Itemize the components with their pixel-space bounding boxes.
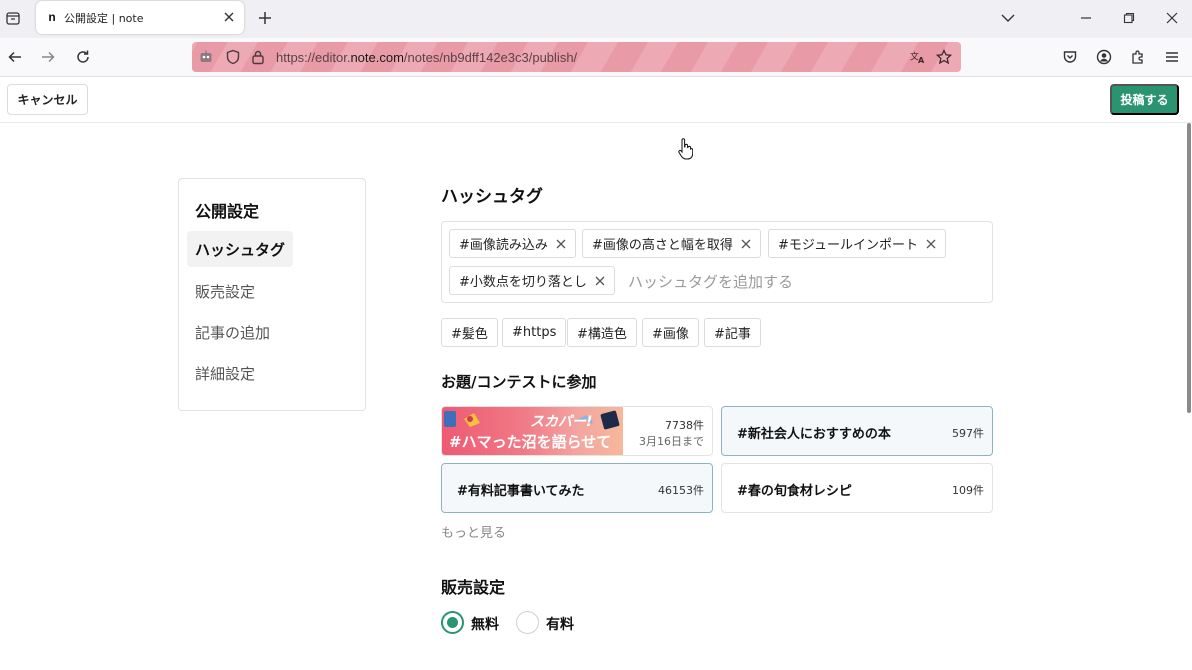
restore-icon[interactable] — [1118, 8, 1140, 28]
remove-tag-icon[interactable] — [926, 239, 936, 249]
paid-radio-label[interactable]: 有料 — [546, 614, 574, 634]
url-host: note.com — [350, 50, 404, 65]
url-path: /notes/nb9dff142e3c3/publish/ — [403, 50, 578, 65]
browser-tab-bar: n 公開設定 | note — [0, 0, 1192, 38]
hashtag-chip-label: #画像の高さと幅を取得 — [592, 238, 733, 253]
cancel-button[interactable]: キャンセル — [7, 84, 88, 115]
contest-card[interactable]: #新社会人におすすめの本 597件 — [721, 406, 993, 456]
note-favicon-icon: n — [48, 10, 56, 24]
url-prefix: https://editor. — [276, 50, 351, 65]
close-tab-icon[interactable] — [222, 10, 236, 24]
hashtag-add-input[interactable]: ハッシュタグを追加する — [628, 271, 793, 292]
suggested-hashtag[interactable]: #記事 — [704, 318, 761, 347]
puzzle-icon[interactable] — [1127, 46, 1149, 68]
shield-icon[interactable] — [225, 49, 241, 65]
free-radio[interactable] — [441, 611, 464, 634]
contest-banner-image: スカパー! #ハマった沼を語らせて — [442, 407, 623, 455]
side-item-add-to-magazine[interactable]: 記事の追加 — [187, 314, 278, 350]
arrow-right-icon[interactable] — [37, 46, 59, 68]
translate-icon[interactable]: 文A — [910, 49, 926, 65]
remove-tag-icon[interactable] — [741, 239, 751, 249]
contest-count: 46153件 — [658, 484, 704, 497]
browser-nav-bar: https://editor.note.com/notes/nb9dff142e… — [0, 38, 1192, 77]
contest-heading: お題/コンテストに参加 — [441, 373, 597, 391]
banner-title: スカパー! — [530, 414, 593, 430]
star-icon[interactable] — [936, 49, 952, 65]
tab-list-icon[interactable] — [2, 6, 24, 30]
url-bar[interactable]: https://editor.note.com/notes/nb9dff142e… — [192, 42, 961, 72]
svg-text:A: A — [918, 56, 925, 65]
publish-button[interactable]: 投稿する — [1110, 84, 1179, 115]
remove-tag-icon[interactable] — [595, 276, 605, 286]
free-radio-label[interactable]: 無料 — [471, 614, 499, 634]
remove-tag-icon[interactable] — [556, 239, 566, 249]
hashtag-heading: ハッシュタグ — [441, 187, 543, 207]
pocket-icon[interactable] — [1059, 46, 1081, 68]
hashtag-chip-label: #小数点を切り落とし — [459, 275, 587, 290]
page-scrollbar[interactable] — [1187, 123, 1191, 413]
suggested-hashtag[interactable]: #髪色 — [441, 318, 498, 347]
contest-card[interactable]: #有料記事書いてみた 46153件 — [441, 463, 713, 513]
hashtag-input-box[interactable]: #画像読み込み #画像の高さと幅を取得 #モジュールインポート #小数点を切り落… — [441, 221, 993, 303]
suggested-hashtag[interactable]: #画像 — [642, 318, 699, 347]
contest-count: 109件 — [952, 484, 984, 497]
side-menu-title: 公開設定 — [195, 202, 260, 221]
lock-icon[interactable] — [250, 49, 266, 65]
suggested-hashtag[interactable]: #https — [502, 318, 567, 347]
plus-icon[interactable] — [255, 8, 275, 28]
show-more-link[interactable]: もっと見る — [441, 522, 506, 541]
hand-pointer-cursor-icon — [677, 138, 694, 164]
contest-count: 597件 — [952, 427, 984, 440]
tab-title: 公開設定 | note — [64, 12, 144, 25]
hashtag-chip: #小数点を切り落とし — [449, 266, 615, 295]
sales-heading: 販売設定 — [441, 578, 506, 597]
editor-header: キャンセル 投稿する — [0, 77, 1192, 123]
hashtag-chip: #モジュールインポート — [768, 229, 946, 258]
account-icon[interactable] — [1093, 46, 1115, 68]
paid-radio[interactable] — [516, 611, 539, 634]
contest-card-featured[interactable]: スカパー! #ハマった沼を語らせて 7738件 3月16日まで — [441, 406, 713, 456]
side-item-sales[interactable]: 販売設定 — [187, 273, 263, 309]
contest-deadline: 3月16日まで — [639, 435, 704, 448]
hashtag-chip-label: #画像読み込み — [459, 238, 548, 253]
hamburger-icon[interactable] — [1161, 46, 1183, 68]
suggested-hashtag[interactable]: #構造色 — [567, 318, 637, 347]
banner-hashtag: #ハマった沼を語らせて — [449, 433, 612, 451]
side-item-hashtag[interactable]: ハッシュタグ — [187, 231, 294, 267]
contest-name: #有料記事書いてみた — [457, 484, 585, 499]
robot-icon[interactable] — [198, 49, 214, 65]
settings-side-menu: 公開設定 ハッシュタグ 販売設定 記事の追加 詳細設定 — [178, 178, 366, 411]
side-item-advanced[interactable]: 詳細設定 — [187, 355, 263, 391]
tab-overflow-chevron-down-icon[interactable] — [997, 8, 1019, 28]
reload-icon[interactable] — [72, 46, 94, 68]
contest-name: #新社会人におすすめの本 — [737, 427, 891, 442]
minimize-icon[interactable] — [1075, 8, 1097, 28]
contest-card[interactable]: #春の旬食材レシピ 109件 — [721, 463, 993, 513]
contest-name: #春の旬食材レシピ — [737, 484, 852, 499]
close-window-icon[interactable] — [1161, 8, 1183, 28]
hashtag-chip: #画像の高さと幅を取得 — [582, 229, 761, 258]
browser-tab-active[interactable]: n 公開設定 | note — [36, 1, 244, 34]
hashtag-chip: #画像読み込み — [449, 229, 576, 258]
hashtag-chip-label: #モジュールインポート — [778, 238, 918, 253]
contest-count: 7738件 — [665, 419, 704, 432]
arrow-left-icon[interactable] — [4, 46, 26, 68]
url-text[interactable]: https://editor.note.com/notes/nb9dff142e… — [276, 50, 577, 65]
